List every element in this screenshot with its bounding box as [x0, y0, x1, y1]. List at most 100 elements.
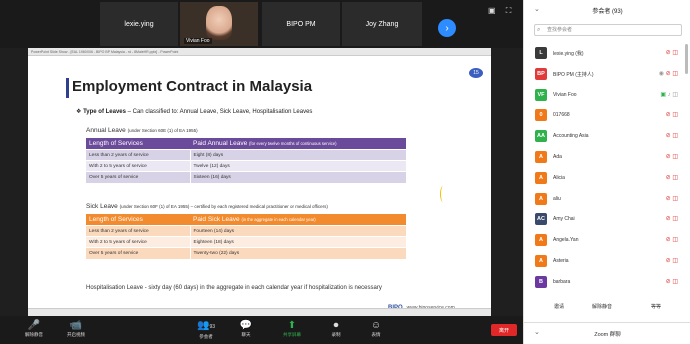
unmute-button[interactable]: 🎤 解除静音 [16, 319, 52, 343]
participant-name: barbara [553, 278, 571, 285]
zoom-window: lexie.ying Vivian Foo BIPO PM Joy Zhang … [0, 0, 690, 344]
invite-button[interactable]: 邀请 [554, 303, 564, 310]
sick-leave-table: Length of Services Paid Sick Leave (in t… [86, 214, 406, 259]
participant-search-input[interactable]: ⌕ 查找参会者 [534, 24, 682, 36]
microphone-muted-icon: 🎤 [27, 320, 41, 331]
participant-row[interactable]: A Ada ⊘ ◫ [524, 148, 684, 169]
record-icon: ⏺ [333, 320, 339, 331]
tile-name: Vivian Foo [184, 38, 212, 44]
share-screen-button[interactable]: ⬆ 共享屏幕 [274, 319, 310, 343]
diamond-bullet-icon: ❖ [76, 109, 82, 115]
sick-head-left: Length of Services [86, 214, 190, 226]
avatar: A [535, 254, 547, 267]
slide-title: Employment Contract in Malaysia [72, 78, 313, 95]
types-text: – Can classified to: Annual Leave, Sick … [125, 109, 313, 115]
title-accent-bar [66, 78, 69, 98]
participant-name: Vivian Foo [553, 91, 577, 98]
mic-video-off-icon: ⊘ ◫ [665, 257, 678, 264]
avatar: B [535, 275, 547, 288]
table-row: Less than 2 years of service Eight (8) da… [86, 149, 406, 161]
participant-row[interactable]: L lexie.ying (我) ⊘ ◫ [524, 44, 684, 65]
tile-name: Joy Zhang [365, 20, 399, 28]
participant-row[interactable]: VF Vivian Foo ▣ ♪ ◫ [524, 86, 684, 107]
types-of-leaves-line: ❖ Type of Leaves – Can classified to: An… [76, 108, 312, 115]
participant-actions: 邀请 解除静音 等等 [524, 303, 690, 315]
more-button[interactable]: 等等 [651, 303, 661, 310]
annual-head-right: Paid Annual Leave (for every twelve mont… [190, 138, 406, 150]
video-tile-vivian-foo[interactable]: Vivian Foo [180, 2, 258, 46]
host-mic-video-off-icon: ◉ ⊘ ◫ [658, 70, 678, 77]
video-tile-bipo-pm[interactable]: BIPO PM [262, 2, 340, 46]
reactions-button[interactable]: ☺ 表情 [358, 319, 394, 343]
avatar: A [535, 150, 547, 163]
avatar: L [535, 47, 547, 59]
participant-name: Amy Chai [553, 216, 575, 223]
table-row: Over 5 years of service Sixteen (16) days [86, 171, 406, 183]
view-mode-icons[interactable]: ▣ ⛶ [488, 6, 515, 16]
participant-row[interactable]: 0 017668 ⊘ ◫ [524, 106, 684, 127]
participant-count: 93 [209, 324, 215, 330]
gallery-strip: lexie.ying Vivian Foo BIPO PM Joy Zhang … [0, 0, 523, 48]
annotation-cursor [440, 186, 446, 202]
record-button[interactable]: ⏺ 录制 [318, 319, 354, 343]
participants-panel: ⌄ 参会者 (93) ⌕ 查找参会者 L lexie.ying (我) ⊘ ◫ … [523, 0, 690, 344]
participants-button[interactable]: 👥93 参会者 [188, 319, 224, 343]
participant-row[interactable]: A Angela.Yan ⊘ ◫ [524, 231, 684, 252]
chat-button[interactable]: 💬 聊天 [228, 319, 264, 343]
mic-video-off-icon: ⊘ ◫ [665, 237, 678, 244]
meeting-toolbar: 🎤 解除静音 📹 开启视频 👥93 参会者 💬 聊天 ⬆ 共享屏幕 ⏺ 录制 ☺… [0, 316, 523, 344]
video-tile-joy-zhang[interactable]: Joy Zhang [342, 2, 422, 46]
avatar: 0 [535, 109, 547, 122]
mic-video-off-icon: ⊘ ◫ [665, 216, 678, 223]
participant-name: BIPO PM (主持人) [553, 71, 594, 78]
search-icon: ⌕ [537, 27, 541, 33]
participant-name: Asteria [553, 257, 569, 264]
participant-name: aliu [553, 195, 561, 202]
zoom-group-chat-header[interactable]: Zoom 群聊 [524, 330, 690, 338]
tile-name: lexie.ying [124, 20, 154, 28]
unmute-all-button[interactable]: 解除静音 [592, 303, 612, 310]
smiley-icon: ☺ [370, 320, 382, 331]
mic-video-off-icon: ⊘ ◫ [665, 195, 678, 202]
participant-name: Alicia [553, 174, 565, 181]
video-tile-lexie-ying[interactable]: lexie.ying [100, 2, 178, 46]
start-video-button[interactable]: 📹 开启视频 [58, 319, 94, 343]
participants-icon: 👥93 [196, 320, 215, 331]
shared-window-statusbar [28, 308, 491, 316]
mic-video-off-icon: ⊘ ◫ [665, 153, 678, 160]
participant-row[interactable]: B barbara ⊘ ◫ [524, 273, 684, 294]
table-row: With 2 to 5 years of service Twelve (12) … [86, 160, 406, 172]
participant-video-face [206, 6, 232, 40]
mic-video-off-icon: ⊘ ◫ [665, 133, 678, 140]
participant-row[interactable]: A Alicia ⊘ ◫ [524, 169, 684, 190]
participant-row[interactable]: BP BIPO PM (主持人) ◉ ⊘ ◫ [524, 65, 684, 86]
avatar: AC [535, 213, 547, 226]
sick-leave-label: Sick Leave (under Section 60F (1) of EA … [86, 203, 328, 210]
search-placeholder: 查找参会者 [547, 27, 573, 33]
avatar: A [535, 234, 547, 247]
avatar: BP [535, 67, 547, 80]
participant-list-scrollbar[interactable] [685, 44, 688, 74]
hospitalisation-leave-line: Hospitalisation Leave - sixty day (60 da… [86, 285, 382, 291]
participant-row[interactable]: AA Accounting Asia ⊘ ◫ [524, 127, 684, 148]
table-row: Over 5 years of service Twenty-two (22) d… [86, 247, 406, 259]
sharing-mic-video-on-icon: ▣ ♪ ◫ [660, 91, 678, 98]
participant-name: lexie.ying (我) [553, 51, 584, 57]
participant-name: Accounting Asia [553, 133, 589, 140]
participant-list: L lexie.ying (我) ⊘ ◫ BP BIPO PM (主持人) ◉ … [524, 44, 684, 294]
mic-video-off-icon: ⊘ ◫ [665, 50, 678, 56]
shared-screen: PowerPoint Slide Show - [EAL 1960X06 - B… [28, 48, 491, 316]
avatar: VF [535, 88, 547, 101]
shared-window-titlebar: PowerPoint Slide Show - [EAL 1960X06 - B… [28, 48, 491, 56]
presentation-slide: Employment Contract in Malaysia 15 ❖ Typ… [28, 56, 491, 311]
table-row: With 2 to 5 years of service Eighteen (18… [86, 236, 406, 248]
participant-row[interactable]: A Asteria ⊘ ◫ [524, 252, 684, 273]
avatar: AA [535, 130, 547, 143]
participant-row[interactable]: A aliu ⊘ ◫ [524, 190, 684, 211]
participant-name: 017668 [553, 112, 570, 119]
chevron-right-icon[interactable]: › [438, 19, 456, 37]
participant-row[interactable]: AC Amy Chai ⊘ ◫ [524, 210, 684, 231]
leave-meeting-button[interactable]: 离开 [491, 324, 517, 336]
tile-name: BIPO PM [286, 20, 316, 28]
annual-leave-table: Length of Services Paid Annual Leave (fo… [86, 138, 406, 183]
